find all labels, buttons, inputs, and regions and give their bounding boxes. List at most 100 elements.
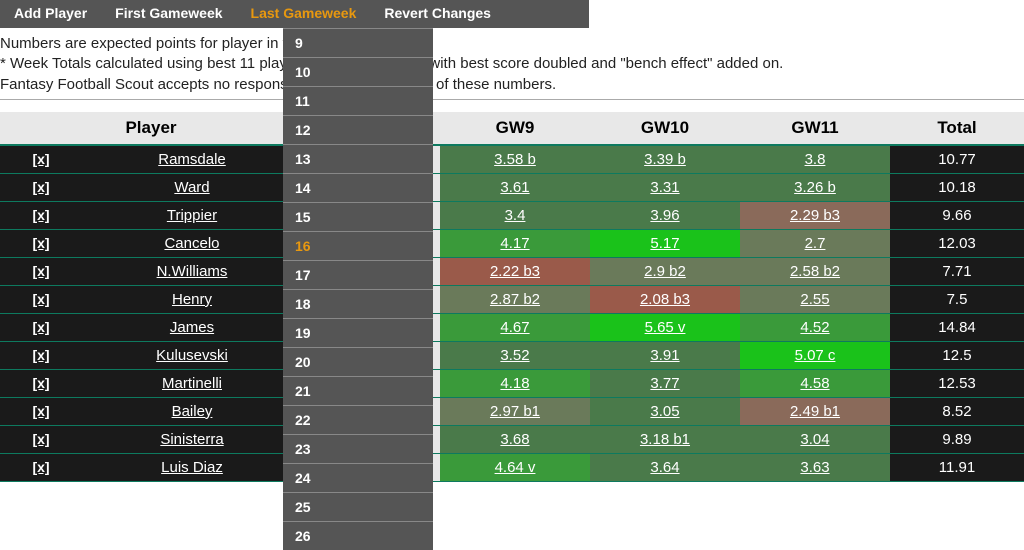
gw-cell[interactable]: 3.63 xyxy=(740,453,890,481)
dropdown-option-10[interactable]: 10 xyxy=(283,57,433,86)
gw-cell[interactable]: 3.39 b xyxy=(590,145,740,174)
remove-player-button[interactable]: [x] xyxy=(0,341,82,369)
remove-player-button[interactable]: [x] xyxy=(0,173,82,201)
player-name-link[interactable]: Sinisterra xyxy=(82,425,302,453)
dropdown-option-13[interactable]: 13 xyxy=(283,144,433,173)
player-name-link[interactable]: Ward xyxy=(82,173,302,201)
remove-player-button[interactable]: [x] xyxy=(0,313,82,341)
remove-player-button[interactable]: [x] xyxy=(0,285,82,313)
dropdown-option-16[interactable]: 16 xyxy=(283,231,433,260)
gw-cell[interactable]: 3.58 b xyxy=(440,145,590,174)
gw-cell[interactable]: 3.68 xyxy=(440,425,590,453)
total-cell: 12.53 xyxy=(890,369,1024,397)
total-cell: 7.71 xyxy=(890,257,1024,285)
dropdown-option-26[interactable]: 26 xyxy=(283,521,433,550)
dropdown-option-11[interactable]: 11 xyxy=(283,86,433,115)
remove-player-button[interactable]: [x] xyxy=(0,397,82,425)
revert-changes-button[interactable]: Revert Changes xyxy=(370,0,505,28)
last-gameweek-dropdown: 91011121314151617181920212223242526 xyxy=(283,28,433,550)
total-cell: 8.52 xyxy=(890,397,1024,425)
total-cell: 7.5 xyxy=(890,285,1024,313)
player-name-link[interactable]: N.Williams xyxy=(82,257,302,285)
first-gameweek-button[interactable]: First Gameweek xyxy=(101,0,236,28)
remove-player-button[interactable]: [x] xyxy=(0,453,82,481)
gw-cell[interactable]: 3.61 xyxy=(440,173,590,201)
total-cell: 12.5 xyxy=(890,341,1024,369)
player-name-link[interactable]: Kulusevski xyxy=(82,341,302,369)
player-name-link[interactable]: James xyxy=(82,313,302,341)
table-row: [x]James4.675.65 v4.5214.84 xyxy=(0,313,1024,341)
last-gameweek-button[interactable]: Last Gameweek xyxy=(237,0,371,28)
gw-cell[interactable]: 5.07 c xyxy=(740,341,890,369)
gw-cell[interactable]: 3.77 xyxy=(590,369,740,397)
remove-player-button[interactable]: [x] xyxy=(0,229,82,257)
dropdown-option-9[interactable]: 9 xyxy=(283,28,433,57)
gw-cell[interactable]: 2.7 xyxy=(740,229,890,257)
remove-player-button[interactable]: [x] xyxy=(0,425,82,453)
gw-cell[interactable]: 3.31 xyxy=(590,173,740,201)
gw-cell[interactable]: 2.22 b3 xyxy=(440,257,590,285)
gw-cell[interactable]: 2.49 b1 xyxy=(740,397,890,425)
gw-cell[interactable]: 3.26 b xyxy=(740,173,890,201)
gw-cell[interactable]: 4.64 v xyxy=(440,453,590,481)
gw-cell[interactable]: 4.17 xyxy=(440,229,590,257)
remove-player-button[interactable]: [x] xyxy=(0,369,82,397)
gw-cell[interactable]: 3.05 xyxy=(590,397,740,425)
add-player-button[interactable]: Add Player xyxy=(0,0,101,28)
total-cell: 9.89 xyxy=(890,425,1024,453)
gw-cell[interactable]: 3.04 xyxy=(740,425,890,453)
dropdown-option-23[interactable]: 23 xyxy=(283,434,433,463)
table-row: [x]Luis Diaz4.64 v3.643.6311.91 xyxy=(0,453,1024,481)
header-row: Player GW9 GW10 GW11 Total xyxy=(0,112,1024,145)
dropdown-option-12[interactable]: 12 xyxy=(283,115,433,144)
remove-player-button[interactable]: [x] xyxy=(0,145,82,174)
gw-cell[interactable]: 3.91 xyxy=(590,341,740,369)
gw-cell[interactable]: 3.18 b1 xyxy=(590,425,740,453)
table-row: [x]Martinelli 4.183.774.5812.53 xyxy=(0,369,1024,397)
total-cell: 12.03 xyxy=(890,229,1024,257)
dropdown-option-18[interactable]: 18 xyxy=(283,289,433,318)
player-name-link[interactable]: Ramsdale xyxy=(82,145,302,174)
dropdown-option-14[interactable]: 14 xyxy=(283,173,433,202)
col-total: Total xyxy=(890,112,1024,145)
player-name-link[interactable]: Luis Diaz xyxy=(82,453,302,481)
notes-line: Numbers are expected points for player i… xyxy=(0,34,1024,54)
gw-cell[interactable]: 2.58 b2 xyxy=(740,257,890,285)
gw-cell[interactable]: 5.65 v xyxy=(590,313,740,341)
dropdown-option-19[interactable]: 19 xyxy=(283,318,433,347)
player-name-link[interactable]: Trippier xyxy=(82,201,302,229)
gw-cell[interactable]: 2.9 b2 xyxy=(590,257,740,285)
gw-cell[interactable]: 4.18 xyxy=(440,369,590,397)
gw-cell[interactable]: 3.4 xyxy=(440,201,590,229)
player-name-link[interactable]: Cancelo xyxy=(82,229,302,257)
total-cell: 10.18 xyxy=(890,173,1024,201)
dropdown-option-25[interactable]: 25 xyxy=(283,492,433,521)
total-cell: 9.66 xyxy=(890,201,1024,229)
total-cell: 10.77 xyxy=(890,145,1024,174)
gw-cell[interactable]: 3.64 xyxy=(590,453,740,481)
table-row: [x]Ramsdale 3.58 b3.39 b3.810.77 xyxy=(0,145,1024,174)
gw-cell[interactable]: 3.52 xyxy=(440,341,590,369)
player-name-link[interactable]: Martinelli xyxy=(82,369,302,397)
dropdown-option-22[interactable]: 22 xyxy=(283,405,433,434)
player-name-link[interactable]: Bailey xyxy=(82,397,302,425)
player-name-link[interactable]: Henry xyxy=(82,285,302,313)
gw-cell[interactable]: 2.08 b3 xyxy=(590,285,740,313)
gw-cell[interactable]: 4.52 xyxy=(740,313,890,341)
remove-player-button[interactable]: [x] xyxy=(0,201,82,229)
gw-cell[interactable]: 2.29 b3 xyxy=(740,201,890,229)
gw-cell[interactable]: 3.8 xyxy=(740,145,890,174)
gw-cell[interactable]: 5.17 xyxy=(590,229,740,257)
gw-cell[interactable]: 3.96 xyxy=(590,201,740,229)
dropdown-option-21[interactable]: 21 xyxy=(283,376,433,405)
gw-cell[interactable]: 2.87 b2 xyxy=(440,285,590,313)
remove-player-button[interactable]: [x] xyxy=(0,257,82,285)
dropdown-option-20[interactable]: 20 xyxy=(283,347,433,376)
gw-cell[interactable]: 4.67 xyxy=(440,313,590,341)
gw-cell[interactable]: 4.58 xyxy=(740,369,890,397)
gw-cell[interactable]: 2.55 xyxy=(740,285,890,313)
dropdown-option-15[interactable]: 15 xyxy=(283,202,433,231)
dropdown-option-24[interactable]: 24 xyxy=(283,463,433,492)
gw-cell[interactable]: 2.97 b1 xyxy=(440,397,590,425)
dropdown-option-17[interactable]: 17 xyxy=(283,260,433,289)
